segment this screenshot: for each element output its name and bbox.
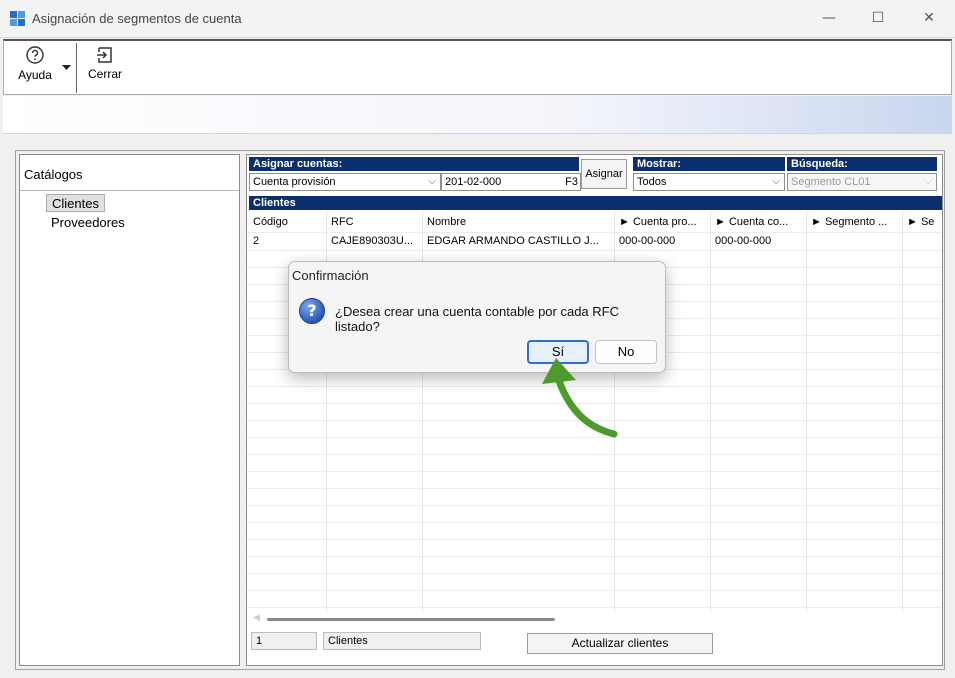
catalog-item-clientes[interactable]: Clientes bbox=[46, 194, 105, 212]
search-select[interactable]: Segmento CL01 ⌵ bbox=[787, 173, 937, 191]
column-header-segmento[interactable]: ► Segmento ... bbox=[805, 213, 901, 231]
chevron-down-icon: ⌵ bbox=[428, 176, 436, 187]
cell-cuenta-co: 000-00-000 bbox=[715, 235, 772, 247]
cell-nombre: EDGAR ARMANDO CASTILLO J... bbox=[427, 235, 599, 247]
column-separator bbox=[710, 213, 711, 611]
account-value: 201-02-000 bbox=[445, 176, 502, 188]
catalog-panel: Catálogos Clientes Proveedores bbox=[19, 154, 240, 666]
assign-header: Asignar cuentas: bbox=[249, 157, 579, 171]
column-header-nombre[interactable]: Nombre bbox=[421, 213, 613, 231]
catalog-divider bbox=[20, 190, 239, 191]
title-bar: Asignación de segmentos de cuenta — ☐ ✕ bbox=[0, 0, 955, 38]
record-count: 1 bbox=[251, 632, 317, 650]
assign-button[interactable]: Asignar bbox=[581, 159, 627, 189]
cell-rfc: CAJE890303U... bbox=[331, 235, 413, 247]
help-circle-icon bbox=[26, 46, 44, 64]
account-value-input[interactable]: 201-02-000 F3 bbox=[441, 173, 581, 191]
close-label: Cerrar bbox=[87, 67, 122, 81]
account-type-select[interactable]: Cuenta provisión ⌵ bbox=[249, 173, 441, 191]
chevron-down-icon: ⌵ bbox=[772, 176, 780, 187]
column-separator bbox=[806, 213, 807, 611]
column-header-rfc[interactable]: RFC bbox=[325, 213, 421, 231]
cell-cuenta-pro: 000-00-000 bbox=[619, 235, 676, 247]
shortcut-hint: F3 bbox=[565, 176, 578, 188]
scroll-left-icon[interactable]: ◀ bbox=[253, 613, 260, 623]
catalog-title: Catálogos bbox=[24, 167, 83, 182]
column-header-cuenta-co[interactable]: ► Cuenta co... bbox=[709, 213, 805, 231]
exit-icon bbox=[97, 47, 112, 63]
search-header: Búsqueda: bbox=[787, 157, 937, 171]
catalog-item-proveedores[interactable]: Proveedores bbox=[46, 214, 130, 232]
close-button[interactable]: Cerrar bbox=[82, 45, 128, 91]
show-header: Mostrar: bbox=[633, 157, 785, 171]
help-button[interactable]: Ayuda bbox=[10, 45, 60, 91]
info-bar bbox=[3, 96, 952, 134]
dialog-title: Confirmación bbox=[292, 268, 369, 283]
app-icon bbox=[10, 11, 26, 27]
column-separator bbox=[902, 213, 903, 611]
green-arrow-annotation bbox=[542, 358, 618, 438]
close-window-button[interactable]: ✕ bbox=[906, 0, 952, 36]
chevron-down-icon: ⌵ bbox=[924, 176, 932, 187]
horizontal-scrollbar[interactable] bbox=[267, 618, 555, 621]
question-icon: ? bbox=[299, 298, 325, 324]
show-value: Todos bbox=[637, 176, 667, 188]
column-header-cuenta-pro[interactable]: ► Cuenta pro... bbox=[613, 213, 709, 231]
status-label: Clientes bbox=[323, 632, 481, 650]
dialog-message: ¿Desea crear una cuenta contable por cad… bbox=[335, 304, 619, 334]
ribbon-separator bbox=[76, 43, 77, 93]
ribbon-toolbar: Ayuda Cerrar bbox=[3, 39, 952, 95]
refresh-clients-button[interactable]: Actualizar clientes bbox=[527, 633, 713, 654]
show-select[interactable]: Todos ⌵ bbox=[633, 173, 785, 191]
cell-codigo: 2 bbox=[253, 235, 260, 247]
window-title: Asignación de segmentos de cuenta bbox=[32, 11, 242, 26]
maximize-button[interactable]: ☐ bbox=[855, 0, 901, 36]
column-header-se[interactable]: ► Se bbox=[901, 213, 942, 231]
help-label: Ayuda bbox=[18, 68, 52, 82]
account-type-value: Cuenta provisión bbox=[253, 176, 336, 188]
grid-title: Clientes bbox=[249, 196, 942, 210]
search-placeholder: Segmento CL01 bbox=[791, 176, 871, 188]
column-header-codigo[interactable]: Código bbox=[247, 213, 327, 231]
help-dropdown-icon[interactable] bbox=[62, 65, 71, 71]
minimize-button[interactable]: — bbox=[806, 0, 852, 36]
